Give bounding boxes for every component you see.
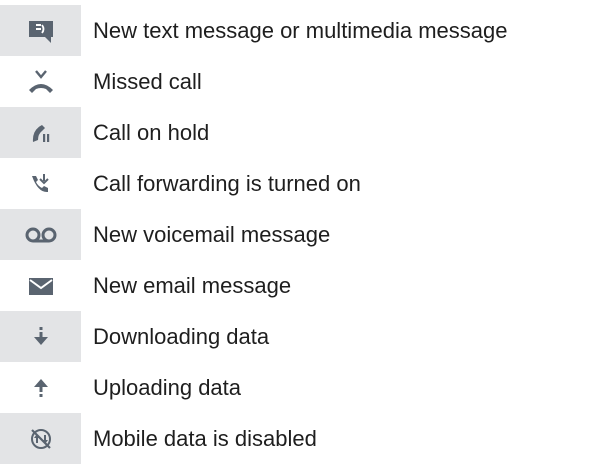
upload-icon bbox=[0, 362, 81, 413]
voicemail-icon bbox=[0, 209, 81, 260]
call-forwarding-icon bbox=[0, 158, 81, 209]
legend-label: Uploading data bbox=[93, 375, 242, 400]
email-icon bbox=[0, 260, 81, 311]
legend-row-text-message: New text message or multimedia message bbox=[0, 5, 601, 56]
download-icon bbox=[0, 311, 81, 362]
legend-label: Missed call bbox=[93, 69, 202, 94]
legend-row-email: New email message bbox=[0, 260, 601, 311]
legend-row-call-forwarding: Call forwarding is turned on bbox=[0, 158, 601, 209]
legend-row-downloading: Downloading data bbox=[0, 311, 601, 362]
legend-label: Call forwarding is turned on bbox=[93, 171, 361, 196]
legend-row-missed-call: Missed call bbox=[0, 56, 601, 107]
legend-label: New text message or multimedia message bbox=[93, 18, 508, 43]
legend-label: Mobile data is disabled bbox=[93, 426, 317, 451]
legend-label: New voicemail message bbox=[93, 222, 331, 247]
text-message-icon bbox=[0, 5, 81, 56]
call-on-hold-icon bbox=[0, 107, 81, 158]
legend-row-call-on-hold: Call on hold bbox=[0, 107, 601, 158]
legend-row-voicemail: New voicemail message bbox=[0, 209, 601, 260]
legend-row-uploading: Uploading data bbox=[0, 362, 601, 413]
status-icon-legend: New text message or multimedia message M… bbox=[0, 0, 601, 464]
legend-label: Call on hold bbox=[93, 120, 210, 145]
legend-label: Downloading data bbox=[93, 324, 270, 349]
missed-call-icon bbox=[0, 56, 81, 107]
mobile-data-disabled-icon bbox=[0, 413, 81, 464]
legend-row-mobile-data-disabled: Mobile data is disabled bbox=[0, 413, 601, 464]
legend-label: New email message bbox=[93, 273, 292, 298]
